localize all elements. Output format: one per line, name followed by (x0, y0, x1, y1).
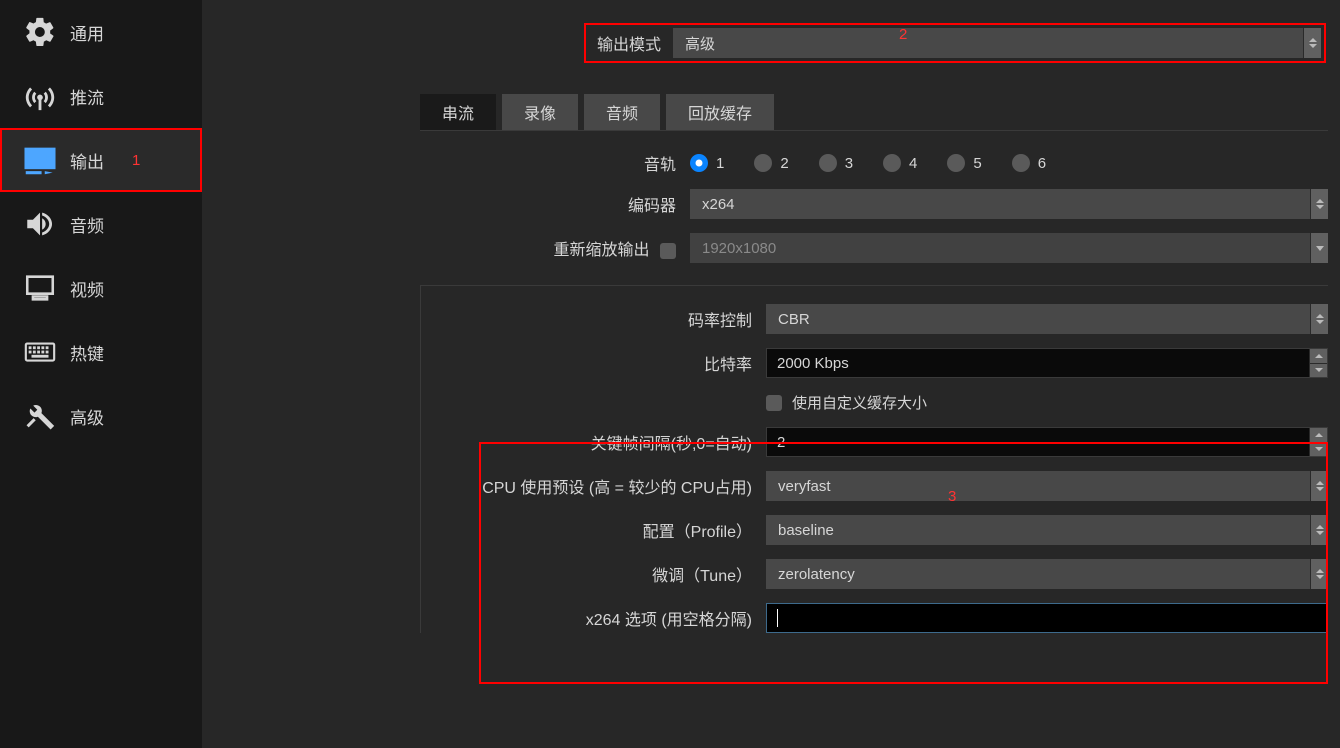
encoder-row: 编码器 x264 (420, 189, 1328, 219)
gear-icon (20, 12, 60, 52)
tune-row: 微调（Tune） zerolatency (421, 559, 1328, 589)
monitor-icon (20, 268, 60, 308)
sidebar-item-general[interactable]: 通用 (0, 0, 202, 64)
tools-icon (20, 396, 60, 436)
radio-icon (819, 154, 837, 172)
rescale-checkbox[interactable] (660, 243, 676, 259)
sidebar-item-label: 高级 (70, 404, 104, 429)
encoder-label: 编码器 (420, 192, 690, 216)
antenna-icon (20, 76, 60, 116)
rescale-label: 重新缩放输出 (420, 236, 690, 260)
encoder-settings-panel: 码率控制 CBR 比特率 2000 Kbps (420, 285, 1328, 633)
spinner-arrows-icon[interactable] (1309, 349, 1327, 377)
text-cursor-icon (777, 609, 778, 627)
radio-icon (690, 154, 708, 172)
audio-track-row: 音轨 1 2 3 4 5 6 (420, 151, 1328, 175)
cpu-preset-label: CPU 使用预设 (高 = 较少的 CPU占用) (421, 474, 766, 498)
dropdown-arrow-icon (1310, 304, 1328, 334)
track-radio-3[interactable]: 3 (819, 154, 853, 172)
bitrate-input[interactable]: 2000 Kbps (766, 348, 1328, 378)
sidebar-item-label: 热键 (70, 340, 104, 365)
sidebar-item-label: 音频 (70, 212, 104, 237)
track-radio-1[interactable]: 1 (690, 154, 724, 172)
rescale-row: 重新缩放输出 1920x1080 (420, 233, 1328, 263)
radio-icon (754, 154, 772, 172)
dropdown-arrow-icon (1303, 28, 1321, 58)
dropdown-arrow-icon (1310, 515, 1328, 545)
keyframe-row: 关键帧间隔(秒,0=自动) 2 (421, 427, 1328, 457)
radio-icon (947, 154, 965, 172)
custom-buffer-label: 使用自定义缓存大小 (792, 392, 927, 413)
sidebar-item-label: 视频 (70, 276, 104, 301)
sidebar-item-label: 推流 (70, 84, 104, 109)
profile-row: 配置（Profile） baseline (421, 515, 1328, 545)
rescale-resolution-select[interactable]: 1920x1080 (690, 233, 1328, 263)
output-icon (20, 140, 60, 180)
bitrate-row: 比特率 2000 Kbps (421, 348, 1328, 378)
annotation-2: 2 (899, 26, 907, 43)
track-radio-6[interactable]: 6 (1012, 154, 1046, 172)
dropdown-arrow-icon (1310, 189, 1328, 219)
track-radio-4[interactable]: 4 (883, 154, 917, 172)
streaming-settings: 音轨 1 2 3 4 5 6 编码器 x264 (420, 130, 1328, 647)
sidebar-item-label: 通用 (70, 20, 104, 45)
annotation-3: 3 (948, 488, 956, 505)
tab-replay-buffer[interactable]: 回放缓存 (666, 94, 774, 130)
output-mode-select[interactable]: 高级 2 (673, 28, 1321, 58)
radio-icon (1012, 154, 1030, 172)
track-radio-2[interactable]: 2 (754, 154, 788, 172)
spinner-arrows-icon[interactable] (1309, 428, 1327, 456)
tune-select[interactable]: zerolatency (766, 559, 1328, 589)
tab-audio[interactable]: 音频 (584, 94, 660, 130)
encoder-select[interactable]: x264 (690, 189, 1328, 219)
x264opts-input[interactable] (766, 603, 1328, 633)
custom-buffer-checkbox[interactable] (766, 395, 782, 411)
tab-streaming[interactable]: 串流 (420, 94, 496, 130)
keyframe-input[interactable]: 2 (766, 427, 1328, 457)
sidebar-item-hotkeys[interactable]: 热键 (0, 320, 202, 384)
audio-track-label: 音轨 (420, 151, 690, 175)
x264opts-row: x264 选项 (用空格分隔) (421, 603, 1328, 633)
output-tabs: 串流 录像 音频 回放缓存 (420, 94, 774, 130)
keyboard-icon (20, 332, 60, 372)
main-panel: 输出模式 高级 2 串流 录像 音频 回放缓存 音轨 1 2 3 4 5 (202, 0, 1340, 748)
output-mode-label: 输出模式 (589, 31, 673, 55)
speaker-icon (20, 204, 60, 244)
output-mode-value: 高级 (685, 33, 715, 54)
x264opts-label: x264 选项 (用空格分隔) (421, 606, 766, 630)
tab-recording[interactable]: 录像 (502, 94, 578, 130)
annotation-1: 1 (132, 152, 140, 169)
sidebar-item-advanced[interactable]: 高级 (0, 384, 202, 448)
sidebar-item-label: 输出 (70, 148, 104, 173)
output-mode-row: 输出模式 高级 2 (584, 23, 1326, 63)
profile-select[interactable]: baseline (766, 515, 1328, 545)
radio-icon (883, 154, 901, 172)
bitrate-label: 比特率 (421, 351, 766, 375)
sidebar-item-output[interactable]: 输出 1 (0, 128, 202, 192)
tune-label: 微调（Tune） (421, 562, 766, 586)
dropdown-arrow-icon (1310, 471, 1328, 501)
dropdown-arrow-icon (1310, 233, 1328, 263)
rate-control-label: 码率控制 (421, 307, 766, 331)
cpu-preset-row: CPU 使用预设 (高 = 较少的 CPU占用) veryfast (421, 471, 1328, 501)
sidebar-item-audio[interactable]: 音频 (0, 192, 202, 256)
sidebar-item-stream[interactable]: 推流 (0, 64, 202, 128)
track-radio-5[interactable]: 5 (947, 154, 981, 172)
sidebar: 通用 推流 输出 1 音频 视频 (0, 0, 202, 748)
rate-control-row: 码率控制 CBR (421, 304, 1328, 334)
custom-buffer-row: 使用自定义缓存大小 (421, 392, 1328, 413)
profile-label: 配置（Profile） (421, 518, 766, 542)
dropdown-arrow-icon (1310, 559, 1328, 589)
cpu-preset-select[interactable]: veryfast (766, 471, 1328, 501)
sidebar-item-video[interactable]: 视频 (0, 256, 202, 320)
keyframe-label: 关键帧间隔(秒,0=自动) (421, 430, 766, 454)
rate-control-select[interactable]: CBR (766, 304, 1328, 334)
